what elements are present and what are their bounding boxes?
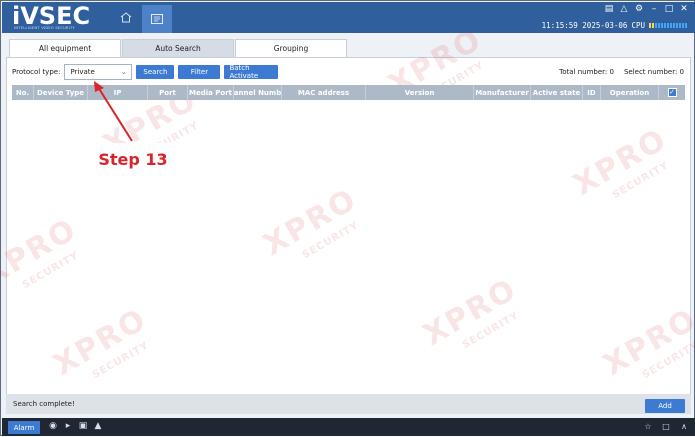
select-all-checkbox[interactable]: ✓: [667, 88, 677, 97]
collapse-icon[interactable]: ∧: [679, 421, 689, 431]
watermark: XPRO SECURITY: [0, 211, 84, 293]
cpu-label: CPU: [631, 21, 645, 30]
fullscreen-icon[interactable]: □: [661, 421, 671, 431]
settings-icon[interactable]: ⚙: [634, 4, 644, 14]
screen-icon[interactable]: ▤: [604, 4, 614, 14]
status-row: Search complete! Add: [6, 394, 691, 414]
minimize-icon[interactable]: –: [649, 4, 659, 14]
select-all-cell: ✓: [659, 85, 685, 100]
tab-bar: All equipment Auto Search Grouping: [9, 39, 348, 57]
column-header[interactable]: No.: [12, 85, 34, 100]
filter-button[interactable]: Filter: [178, 65, 221, 79]
add-button[interactable]: Add: [645, 399, 685, 413]
step-callout: Step 13: [91, 143, 175, 175]
chevron-down-icon: ⌄: [120, 68, 127, 76]
logo-tagline: INTELLIGENT VIDEO SECURITY: [14, 26, 75, 30]
column-header[interactable]: Device Type: [34, 85, 88, 100]
pin-icon[interactable]: ☆: [643, 421, 653, 431]
search-toolbar: Protocol type: Private ⌄ Search Filter B…: [12, 64, 684, 80]
protocol-type-label: Protocol type:: [12, 68, 61, 76]
close-icon[interactable]: ✕: [679, 4, 689, 14]
speaker-icon[interactable]: ▸: [63, 421, 73, 431]
column-header[interactable]: annel Numb: [234, 85, 282, 100]
search-button[interactable]: Search: [136, 65, 175, 79]
clock-text: 11:15:59 2025-03-06: [541, 21, 628, 30]
protocol-type-select[interactable]: Private ⌄: [64, 64, 133, 80]
column-header[interactable]: IP: [88, 85, 148, 100]
bottom-bar: Alarm ◉ ▸ ▣ ▲ ☆ □ ∧: [2, 418, 695, 436]
total-number: Total number: 0: [559, 68, 614, 76]
alarm-button[interactable]: Alarm: [8, 421, 40, 434]
bell-icon[interactable]: ▲: [93, 421, 103, 431]
batch-activate-button[interactable]: Batch Activate: [224, 64, 279, 80]
logo: iVSEC INTELLIGENT VIDEO SECURITY: [12, 2, 92, 31]
column-header[interactable]: ID: [583, 85, 601, 100]
title-bar: iVSEC INTELLIGENT VIDEO SECURITY ▤ △ ⚙ –…: [2, 2, 695, 33]
column-header[interactable]: Media Port: [188, 85, 234, 100]
tab-auto-search[interactable]: Auto Search: [122, 39, 234, 57]
status-clock: 11:15:59 2025-03-06 CPU: [542, 21, 687, 30]
column-header[interactable]: MAC address: [282, 85, 366, 100]
search-status-text: Search complete!: [13, 400, 75, 408]
equipment-panel: XPRO SECURITY XPRO SECURITY XPRO SECURITY X…: [0, 22, 695, 414]
app-window: iVSEC INTELLIGENT VIDEO SECURITY ▤ △ ⚙ –…: [0, 0, 695, 436]
watermark: XPRO SECURITY: [257, 181, 364, 263]
home-icon: [120, 11, 132, 22]
camera-icon[interactable]: ◉: [48, 421, 58, 431]
watermark: XPRO SECURITY: [417, 271, 524, 353]
device-manager-icon: [151, 14, 163, 24]
device-manager-nav-button[interactable]: [142, 5, 172, 33]
watermark: XPRO SECURITY: [567, 121, 674, 203]
column-header[interactable]: Version: [366, 85, 474, 100]
maximize-icon[interactable]: □: [664, 4, 674, 14]
tab-all-equipment[interactable]: All equipment: [9, 39, 121, 57]
column-header[interactable]: Manufacturer: [474, 85, 531, 100]
tab-grouping[interactable]: Grouping: [235, 39, 347, 57]
column-header[interactable]: Port: [148, 85, 188, 100]
cpu-meter: [649, 23, 687, 28]
home-nav-button[interactable]: [114, 6, 138, 28]
bottom-right-tools: ☆ □ ∧: [643, 421, 689, 431]
column-header[interactable]: Operation: [601, 85, 659, 100]
column-header[interactable]: Active state: [531, 85, 583, 100]
window-controls: ▤ △ ⚙ – □ ✕: [604, 4, 689, 14]
device-table-header: No. Device Type IP Port Media Port annel…: [12, 85, 685, 100]
record-icon[interactable]: ▣: [78, 421, 88, 431]
device-counts: Total number: 0 Select number: 0: [559, 68, 684, 76]
user-icon[interactable]: △: [619, 4, 629, 14]
select-number: Select number: 0: [623, 68, 684, 76]
bottom-tools: ◉ ▸ ▣ ▲: [48, 421, 103, 431]
protocol-type-value: Private: [70, 68, 95, 76]
